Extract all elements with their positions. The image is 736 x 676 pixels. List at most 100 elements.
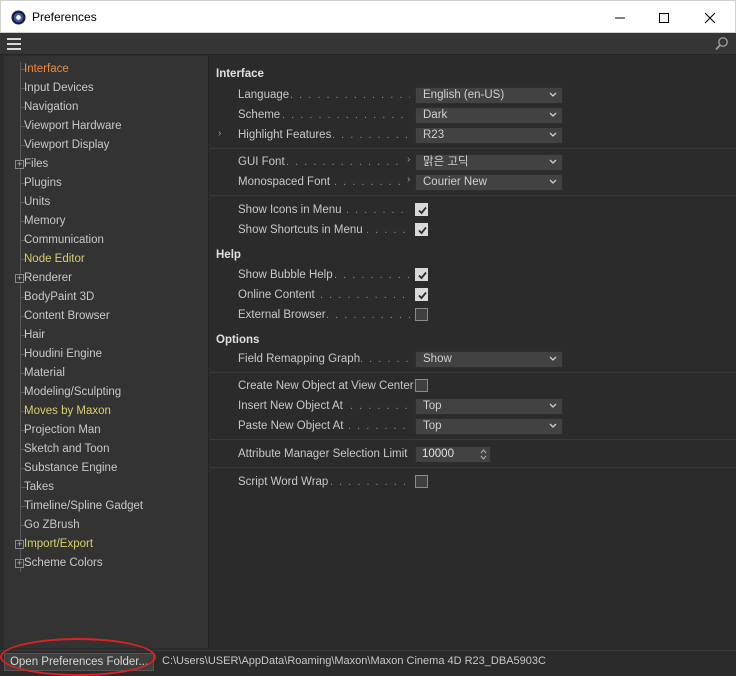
expand-arrow-icon[interactable]: ›: [407, 174, 410, 185]
sidebar-item-label: Viewport Hardware: [24, 120, 122, 132]
field-remapping-graph-dropdown[interactable]: Show: [415, 351, 563, 368]
sidebar-item-viewport-hardware[interactable]: Viewport Hardware: [12, 117, 207, 136]
sidebar-item-houdini-engine[interactable]: Houdini Engine: [12, 345, 207, 364]
insert-new-object-at-value: Top: [423, 400, 442, 412]
paste-new-object-at-dropdown[interactable]: Top: [415, 418, 563, 435]
checkmark-icon: [418, 206, 427, 215]
attribute-manager-selection-limit-value: 10000: [422, 448, 454, 460]
sidebar-item-label: Renderer: [24, 272, 72, 284]
highlight-features-dropdown[interactable]: R23: [415, 127, 563, 144]
gui-font-value: 맑은 고딕: [423, 156, 469, 168]
cinema4d-app-icon: [11, 10, 26, 25]
checkmark-icon: [418, 271, 427, 280]
chevron-down-icon: [549, 159, 557, 164]
highlight-features-label: Highlight Features: [238, 129, 332, 141]
sidebar-item-timeline-spline-gadget[interactable]: Timeline/Spline Gadget: [12, 497, 207, 516]
monospaced-font-value: Courier New: [423, 176, 487, 188]
sidebar-item-go-zbrush[interactable]: Go ZBrush: [12, 516, 207, 535]
chevron-down-icon: [549, 423, 557, 428]
sidebar-item-bodypaint-3d[interactable]: BodyPaint 3D: [12, 288, 207, 307]
sidebar-item-files[interactable]: + Files: [12, 155, 207, 174]
language-value: English (en-US): [423, 89, 505, 101]
sidebar-item-communication[interactable]: Communication: [12, 231, 207, 250]
sidebar-item-memory[interactable]: Memory: [12, 212, 207, 231]
sidebar-item-units[interactable]: Units: [12, 193, 207, 212]
chevron-down-icon: [549, 92, 557, 97]
leader-dots: . . . . . . . . . . . . . . . .: [290, 89, 410, 101]
scheme-dropdown[interactable]: Dark: [415, 107, 563, 124]
sidebar-item-label: Units: [24, 196, 51, 208]
script-word-wrap-checkbox[interactable]: [415, 475, 428, 488]
expand-arrow-icon[interactable]: ›: [407, 154, 410, 165]
show-shortcuts-in-menu-label: Show Shortcuts in Menu: [238, 224, 363, 236]
attribute-manager-selection-limit-input[interactable]: 10000: [415, 446, 491, 463]
sidebar-item-label: Node Editor: [24, 253, 85, 265]
checkmark-icon: [418, 226, 427, 235]
chevron-down-icon: [549, 403, 557, 408]
script-word-wrap-label: Script Word Wrap: [238, 476, 329, 488]
sidebar-item-projection-man[interactable]: Projection Man: [12, 421, 207, 440]
chevron-down-icon: [549, 179, 557, 184]
search-icon[interactable]: [714, 36, 730, 52]
sidebar-item-plugins[interactable]: Plugins: [12, 174, 207, 193]
sidebar-item-renderer[interactable]: + Renderer: [12, 269, 207, 288]
sidebar-item-label: BodyPaint 3D: [24, 291, 95, 303]
monospaced-font-dropdown[interactable]: Courier New: [415, 174, 563, 191]
maximize-icon[interactable]: [641, 1, 687, 34]
sidebar-item-sketch-and-toon[interactable]: Sketch and Toon: [12, 440, 207, 459]
minimize-icon[interactable]: [597, 1, 643, 34]
leader-dots: . . . . . . . . . . .: [332, 129, 410, 141]
sidebar-item-scheme-colors[interactable]: + Scheme Colors: [12, 554, 207, 573]
sidebar-item-modeling-sculpting[interactable]: Modeling/Sculpting: [12, 383, 207, 402]
chevron-down-icon: [549, 132, 557, 137]
spinner-arrows-icon[interactable]: [480, 448, 487, 461]
expand-plus-icon[interactable]: +: [15, 540, 24, 549]
expand-plus-icon[interactable]: +: [15, 559, 24, 568]
sidebar-item-viewport-display[interactable]: Viewport Display: [12, 136, 207, 155]
language-label: Language: [238, 89, 290, 101]
gui-font-dropdown[interactable]: 맑은 고딕: [415, 154, 563, 171]
leader-dots: . . . . . . . . . . . . . . . .: [286, 156, 404, 168]
leader-dots: . . . . . . . . .: [350, 400, 410, 412]
expand-arrow-icon[interactable]: ›: [218, 128, 221, 139]
checkmark-icon: [418, 291, 427, 300]
sidebar-item-interface[interactable]: Interface: [12, 60, 207, 79]
sidebar-item-navigation[interactable]: Navigation: [12, 98, 207, 117]
sidebar-item-import-export[interactable]: + Import/Export: [12, 535, 207, 554]
sidebar-item-input-devices[interactable]: Input Devices: [12, 79, 207, 98]
leader-dots: . . . . . . . . . . . . .: [320, 289, 410, 301]
sidebar-item-material[interactable]: Material: [12, 364, 207, 383]
scheme-label: Scheme: [238, 109, 281, 121]
insert-new-object-at-dropdown[interactable]: Top: [415, 398, 563, 415]
sidebar-item-label: Memory: [24, 215, 66, 227]
open-preferences-folder-button[interactable]: Open Preferences Folder...: [4, 653, 154, 671]
sidebar-item-moves-by-maxon[interactable]: Moves by Maxon: [12, 402, 207, 421]
sidebar-item-label: Houdini Engine: [24, 348, 103, 360]
sidebar-item-label: Takes: [24, 481, 55, 493]
create-new-object-checkbox[interactable]: [415, 379, 428, 392]
online-content-checkbox[interactable]: [415, 288, 428, 301]
sidebar-item-substance-engine[interactable]: Substance Engine: [12, 459, 207, 478]
sidebar-item-label: Material: [24, 367, 65, 379]
sidebar-item-label: Plugins: [24, 177, 62, 189]
show-shortcuts-in-menu-checkbox[interactable]: [415, 223, 428, 236]
language-dropdown[interactable]: English (en-US): [415, 87, 563, 104]
sidebar-item-node-editor[interactable]: Node Editor: [12, 250, 207, 269]
leader-dots: . . . . . . . . . . .: [334, 269, 410, 281]
sidebar-item-takes[interactable]: Takes: [12, 478, 207, 497]
section-options-title: Options: [216, 334, 260, 346]
sidebar-item-label: Interface: [24, 63, 69, 75]
sidebar-item-label: Hair: [24, 329, 46, 341]
expand-plus-icon[interactable]: +: [15, 274, 24, 283]
sidebar-item-content-browser[interactable]: Content Browser: [12, 307, 207, 326]
sidebar-item-label: Go ZBrush: [24, 519, 80, 531]
show-icons-in-menu-checkbox[interactable]: [415, 203, 428, 216]
external-browser-checkbox[interactable]: [415, 308, 428, 321]
sidebar-item-label: Communication: [24, 234, 104, 246]
show-bubble-help-checkbox[interactable]: [415, 268, 428, 281]
close-icon[interactable]: [687, 1, 733, 34]
menu-icon[interactable]: [7, 38, 21, 50]
expand-plus-icon[interactable]: +: [15, 160, 24, 169]
sidebar-item-hair[interactable]: Hair: [12, 326, 207, 345]
toolbar: [0, 33, 736, 55]
